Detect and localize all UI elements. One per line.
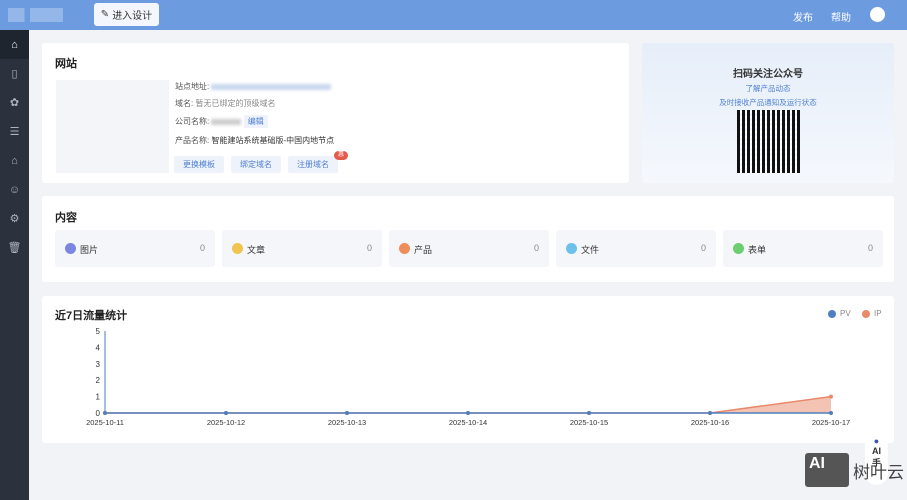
shop-icon[interactable]: ⌂ <box>0 146 29 175</box>
watermark-logo: AI <box>805 453 849 487</box>
x-tick-label: 2025-10-11 <box>86 418 124 427</box>
page-icon[interactable]: ▯ <box>0 59 29 88</box>
qr-code <box>737 110 800 173</box>
y-tick-label: 2 <box>96 376 101 385</box>
point-IP <box>829 394 833 399</box>
y-tick-label: 1 <box>96 393 101 402</box>
y-tick-label: 0 <box>96 409 101 418</box>
point-PV <box>708 411 712 415</box>
point-PV <box>829 411 833 415</box>
y-tick-label: 3 <box>96 360 101 369</box>
tile-label: 文件 <box>581 245 600 255</box>
tile-label: 图片 <box>80 245 99 255</box>
tile-value: 0 <box>199 243 205 253</box>
addr-label: 站点地址: <box>175 82 210 91</box>
content-tile-3[interactable]: 文件 0 <box>556 230 716 267</box>
x-tick-label: 2025-10-17 <box>812 418 850 427</box>
point-PV <box>224 411 228 415</box>
qr-title: 扫码关注公众号 <box>733 69 803 80</box>
x-tick-label: 2025-10-14 <box>449 418 487 427</box>
content-tile-1[interactable]: 文章 0 <box>222 230 382 267</box>
content-tile-4[interactable]: 表单 0 <box>723 230 883 267</box>
home-icon[interactable]: ⌂ <box>0 30 29 59</box>
tile-value: 0 <box>700 243 706 253</box>
qr-line1: 了解产品动态 <box>745 84 791 93</box>
content-icon <box>399 243 410 254</box>
edit-company-button[interactable]: 编辑 <box>243 115 268 128</box>
content-title: 内容 <box>55 212 77 224</box>
company-name <box>211 118 242 125</box>
register-domain-button[interactable]: 注册域名 <box>288 156 338 173</box>
palette-icon[interactable]: ✿ <box>0 88 29 117</box>
product-label: 产品名称: <box>175 136 210 145</box>
sidebar: ⌂ ▯ ✿ ☰ ⌂ ☺ ⚙ 🗑 <box>0 30 29 500</box>
traffic-chart: 0 1 2 3 4 5 2025-10-11 2025-10-12 2025-10-13 2025… <box>86 327 850 427</box>
y-tick-label: 5 <box>96 327 101 336</box>
line-IP <box>105 395 832 414</box>
site-card: 网站 站点地址: 域名: 暂无已绑定的顶级域名 公司名称: 编辑 产品名称: 智… <box>42 43 629 183</box>
robot-icon: ● <box>873 436 880 446</box>
watermark-text: 树叶云 <box>853 462 904 482</box>
content-card: 内容 图片 0 文章 0 产品 0 文件 0 表单 0 <box>42 196 894 282</box>
users-icon[interactable]: ☺ <box>0 175 29 204</box>
edit-icon: ✎ <box>100 9 110 20</box>
tile-value: 0 <box>366 243 372 253</box>
change-template-button[interactable]: 更换模板 <box>174 156 224 173</box>
site-thumbnail <box>56 80 169 173</box>
tile-label: 表单 <box>748 245 767 255</box>
logo[interactable] <box>8 8 63 22</box>
point-PV <box>587 411 591 415</box>
tile-label: 文章 <box>247 245 266 255</box>
qr-card: 扫码关注公众号 了解产品动态 及时接收产品通知及运行状态 <box>642 43 894 183</box>
tile-value: 0 <box>533 243 539 253</box>
help-link[interactable]: 帮助 <box>831 9 851 24</box>
discount-badge: 惠 <box>334 151 348 160</box>
content-tile-2[interactable]: 产品 0 <box>389 230 549 267</box>
trash-icon[interactable]: 🗑 <box>0 233 29 262</box>
traffic-card: 近7日流量统计 PV IP 0 1 2 3 4 5 2025-10-11 2025-10-12… <box>42 296 894 443</box>
publish-link[interactable]: 发布 <box>793 9 813 24</box>
tile-value: 0 <box>867 243 873 253</box>
point-PV <box>103 411 107 415</box>
content-icon <box>232 243 243 254</box>
area-IP <box>105 396 831 413</box>
watermark: AI 树叶云 <box>805 453 904 487</box>
enter-design-label: 进入设计 <box>112 11 153 22</box>
product-value: 智能建站系统基础版-中国内地节点 <box>211 136 335 145</box>
point-PV <box>466 411 470 415</box>
x-tick-label: 2025-10-15 <box>570 418 608 427</box>
domain-label: 域名: <box>175 99 194 108</box>
content-icon <box>733 243 744 254</box>
content-icon <box>65 243 76 254</box>
site-address[interactable] <box>211 83 332 90</box>
x-tick-label: 2025-10-12 <box>207 418 245 427</box>
tile-label: 产品 <box>414 245 433 255</box>
content-icon <box>566 243 577 254</box>
top-bar: ✎ 进入设计 发布 帮助 <box>0 0 907 30</box>
settings-icon[interactable]: ⚙ <box>0 204 29 233</box>
bind-domain-button[interactable]: 绑定域名 <box>231 156 281 173</box>
list-icon[interactable]: ☰ <box>0 117 29 146</box>
y-tick-label: 4 <box>96 343 101 352</box>
company-label: 公司名称: <box>175 117 210 126</box>
qr-line2: 及时接收产品通知及运行状态 <box>719 98 817 107</box>
x-tick-label: 2025-10-13 <box>328 418 366 427</box>
domain-value: 暂无已绑定的顶级域名 <box>195 99 276 108</box>
enter-design-button[interactable]: ✎ 进入设计 <box>94 3 159 26</box>
site-title: 网站 <box>55 58 77 70</box>
x-tick-label: 2025-10-16 <box>691 418 729 427</box>
avatar[interactable] <box>870 7 885 22</box>
content-tile-0[interactable]: 图片 0 <box>55 230 215 267</box>
point-PV <box>345 411 349 415</box>
